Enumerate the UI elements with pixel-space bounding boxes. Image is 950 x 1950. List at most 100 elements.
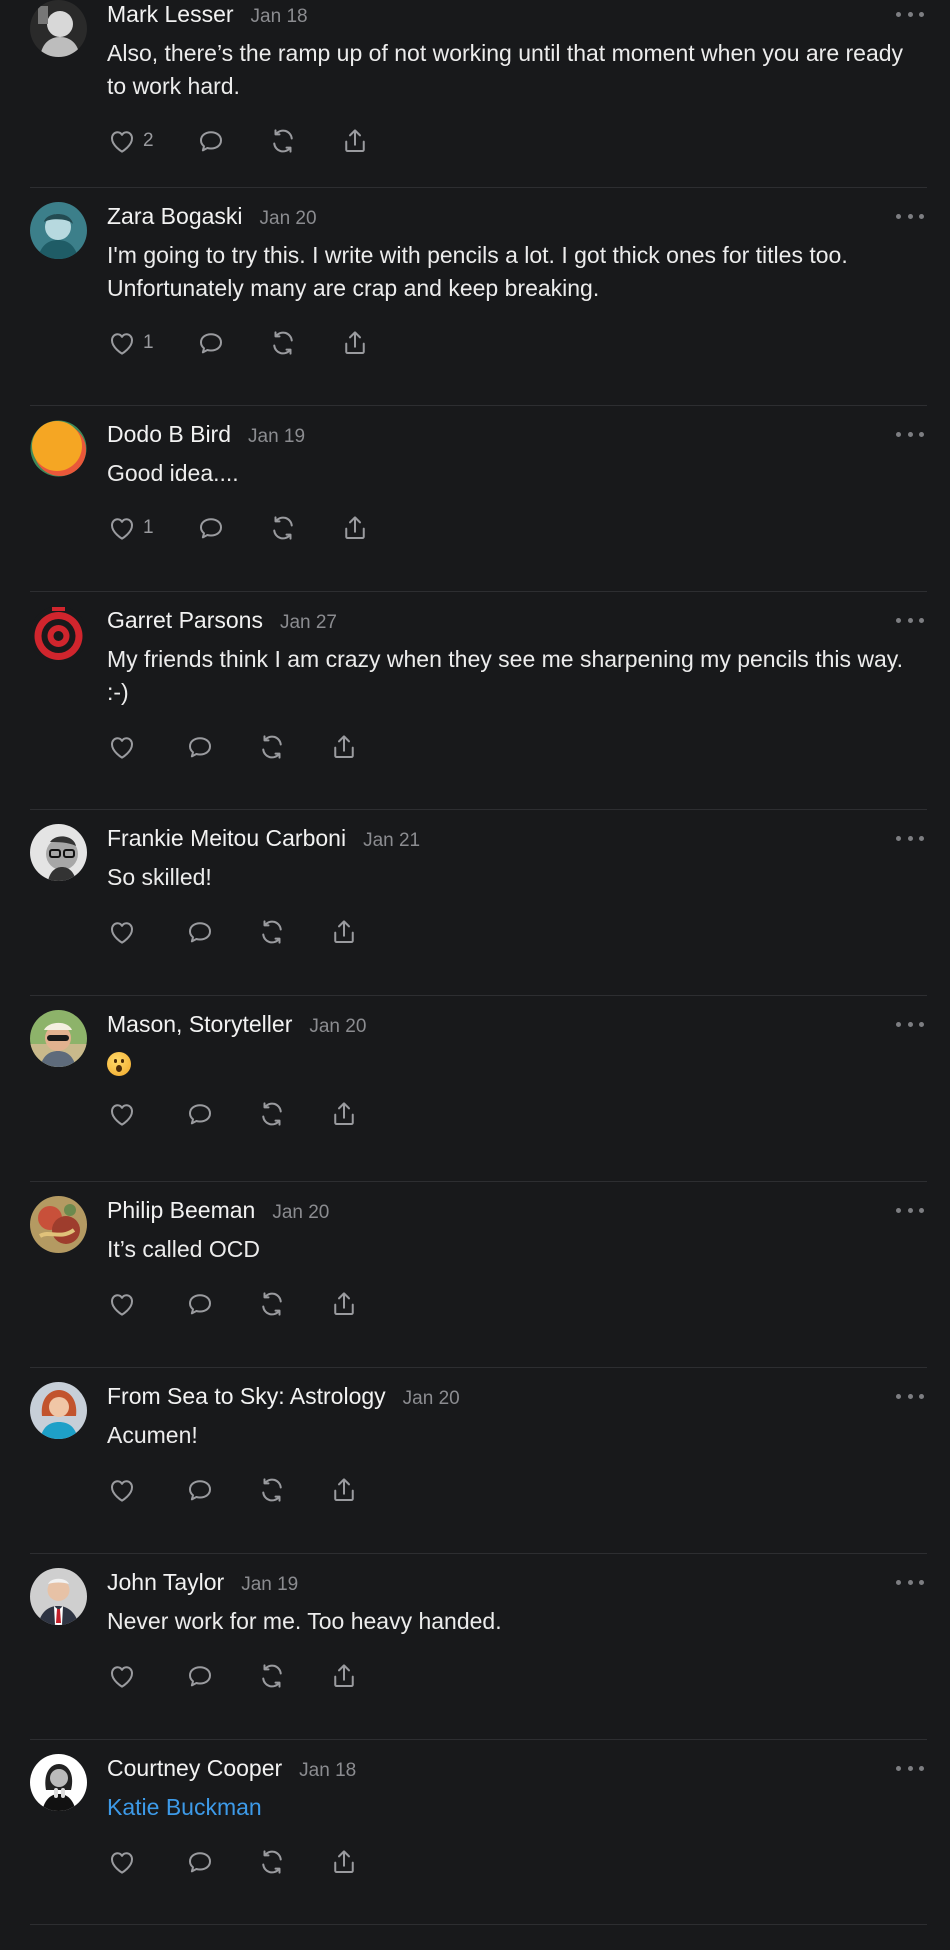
more-options-icon[interactable] — [896, 1198, 924, 1222]
more-options-icon[interactable] — [896, 1756, 924, 1780]
share-button[interactable] — [329, 732, 359, 762]
mention-link[interactable]: Katie Buckman — [107, 1791, 927, 1824]
reply-button[interactable] — [185, 1475, 215, 1505]
comment-content: Philip Beeman Jan 20 It’s called OCD — [107, 1182, 927, 1324]
share-button[interactable] — [329, 1475, 359, 1505]
share-icon — [334, 1664, 354, 1687]
comment-date[interactable]: Jan 27 — [280, 612, 337, 634]
comment-date[interactable]: Jan 19 — [248, 426, 305, 448]
restack-button[interactable] — [257, 1475, 287, 1505]
more-options-icon[interactable] — [896, 826, 924, 850]
more-options-icon[interactable] — [896, 1012, 924, 1036]
more-options-icon[interactable] — [896, 608, 924, 632]
restack-button[interactable] — [257, 1847, 287, 1877]
author-name[interactable]: From Sea to Sky: Astrology — [107, 1383, 386, 1410]
comment-date[interactable]: Jan 18 — [251, 6, 308, 28]
comment-date[interactable]: Jan 20 — [272, 1202, 329, 1224]
avatar-sunglasses-portrait[interactable] — [30, 1010, 87, 1067]
restack-button[interactable] — [257, 917, 287, 947]
comment-content: Dodo B Bird Jan 19 Good idea.... 1 — [107, 406, 927, 548]
restack-button[interactable] — [257, 732, 287, 762]
avatar-bw-glasses[interactable] — [30, 824, 87, 881]
restack-button[interactable] — [257, 1099, 287, 1129]
restack-icon — [272, 129, 293, 153]
author-name[interactable]: Mark Lesser — [107, 1, 234, 28]
like-button[interactable] — [107, 1099, 143, 1129]
avatar-red-target[interactable] — [30, 606, 87, 663]
reply-button[interactable] — [185, 1289, 215, 1319]
author-name[interactable]: Courtney Cooper — [107, 1755, 282, 1782]
restack-button[interactable] — [268, 126, 298, 156]
author-name[interactable]: Garret Parsons — [107, 607, 263, 634]
like-button[interactable]: 2 — [107, 126, 154, 156]
reply-button[interactable] — [196, 328, 226, 358]
reply-button[interactable] — [185, 1661, 215, 1691]
reply-button[interactable] — [185, 732, 215, 762]
author-name[interactable]: Philip Beeman — [107, 1197, 255, 1224]
like-button[interactable] — [107, 732, 143, 762]
comment-actions — [107, 912, 927, 952]
restack-button[interactable] — [257, 1289, 287, 1319]
comment: Philip Beeman Jan 20 It’s called OCD — [30, 1182, 927, 1368]
comment-content: Garret Parsons Jan 27 My friends think I… — [107, 592, 927, 767]
share-icon — [334, 920, 354, 943]
share-button[interactable] — [329, 1847, 359, 1877]
author-name[interactable]: Dodo B Bird — [107, 421, 231, 448]
comment-header: Courtney Cooper Jan 18 — [107, 1755, 927, 1789]
like-button[interactable] — [107, 1661, 143, 1691]
more-options-icon[interactable] — [896, 2, 924, 26]
share-button[interactable] — [329, 1099, 359, 1129]
avatar-teal-portrait[interactable] — [30, 202, 87, 259]
author-name[interactable]: Zara Bogaski — [107, 203, 243, 230]
share-button[interactable] — [329, 917, 359, 947]
more-options-icon[interactable] — [896, 422, 924, 446]
avatar-bw-woman[interactable] — [30, 1754, 87, 1811]
comment-content: Mark Lesser Jan 18 Also, there’s the ram… — [107, 0, 927, 161]
reply-button[interactable] — [185, 1847, 215, 1877]
restack-icon — [262, 1292, 282, 1316]
restack-icon — [272, 331, 293, 355]
comment-date[interactable]: Jan 20 — [260, 208, 317, 230]
share-button[interactable] — [340, 126, 370, 156]
avatar-bw-portrait[interactable] — [30, 0, 87, 57]
restack-button[interactable] — [268, 513, 298, 543]
comment-date[interactable]: Jan 21 — [363, 830, 420, 852]
like-button[interactable] — [107, 1289, 143, 1319]
share-button[interactable] — [329, 1289, 359, 1319]
avatar-suit-portrait[interactable] — [30, 1568, 87, 1625]
reply-button[interactable] — [185, 1099, 215, 1129]
reply-button[interactable] — [185, 917, 215, 947]
heart-icon — [111, 518, 133, 540]
share-icon — [334, 1292, 354, 1315]
comment-text: So skilled! — [107, 864, 212, 890]
more-options-icon[interactable] — [896, 1570, 924, 1594]
author-name[interactable]: Mason, Storyteller — [107, 1011, 292, 1038]
comment-header: Zara Bogaski Jan 20 — [107, 203, 927, 237]
comment-date[interactable]: Jan 18 — [299, 1760, 356, 1782]
author-name[interactable]: John Taylor — [107, 1569, 224, 1596]
avatar-redhead-portrait[interactable] — [30, 1382, 87, 1439]
like-button[interactable]: 1 — [107, 513, 154, 543]
comment-date[interactable]: Jan 19 — [241, 1574, 298, 1596]
comment-date[interactable]: Jan 20 — [403, 1388, 460, 1410]
avatar-painting[interactable] — [30, 1196, 87, 1253]
like-count: 1 — [143, 517, 154, 538]
share-button[interactable] — [340, 513, 370, 543]
reply-button[interactable] — [196, 126, 226, 156]
restack-button[interactable] — [257, 1661, 287, 1691]
share-button[interactable] — [340, 328, 370, 358]
more-options-icon[interactable] — [896, 204, 924, 228]
restack-button[interactable] — [268, 328, 298, 358]
comment-header: Dodo B Bird Jan 19 — [107, 421, 927, 455]
like-button[interactable] — [107, 1475, 143, 1505]
like-button[interactable] — [107, 917, 143, 947]
like-button[interactable]: 1 — [107, 328, 154, 358]
share-button[interactable] — [329, 1661, 359, 1691]
like-button[interactable] — [107, 1847, 143, 1877]
avatar-orange-blob[interactable] — [30, 420, 87, 477]
reply-button[interactable] — [196, 513, 226, 543]
restack-icon — [262, 1850, 282, 1874]
more-options-icon[interactable] — [896, 1384, 924, 1408]
comment-date[interactable]: Jan 20 — [309, 1016, 366, 1038]
author-name[interactable]: Frankie Meitou Carboni — [107, 825, 346, 852]
